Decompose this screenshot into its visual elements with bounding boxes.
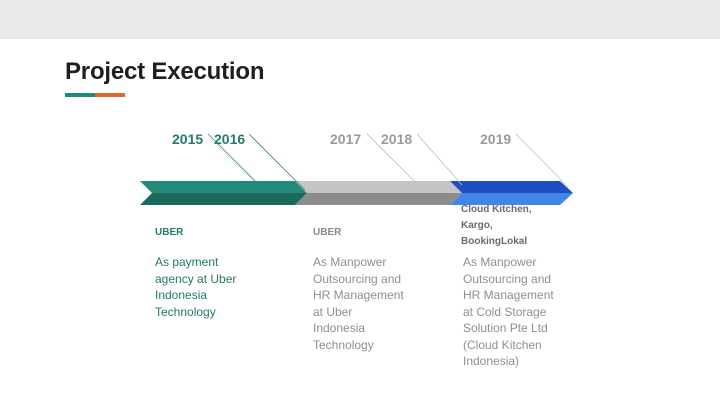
company-line-cloud-kitchen: Cloud Kitchen, [461,204,532,215]
connector-line-2019 [515,133,569,188]
segment-description-2019: As Manpower Outsourcing and HR Managemen… [463,255,554,368]
segment-description-2015: As payment agency at Uber Indonesia Tech… [155,255,237,319]
timeline-arrow-grey-top [295,181,462,193]
year-label-2017: 2017 [330,131,362,147]
timeline-arrow-grey-bottom [295,193,462,205]
company-label-uber-2017: UBER [313,227,342,238]
year-label-2015: 2015 [172,131,204,147]
segment-description-2017: As Manpower Outsourcing and HR Managemen… [313,255,404,352]
company-label-cloud-kitchen: Cloud Kitchen, Kargo, BookingLokal [461,202,532,250]
timeline-arrow-teal-bottom [140,193,307,205]
timeline-arrow-blue-top [450,181,573,193]
timeline-arrow-teal-top [140,181,307,193]
year-label-2018: 2018 [381,131,413,147]
year-label-2019: 2019 [480,131,512,147]
company-line-bookinglokal: BookingLokal [461,236,528,247]
company-line-kargo: Kargo, [461,220,493,231]
connector-line-2018 [416,133,463,186]
year-label-2016: 2016 [214,131,246,147]
company-label-uber-2015: UBER [155,227,184,238]
